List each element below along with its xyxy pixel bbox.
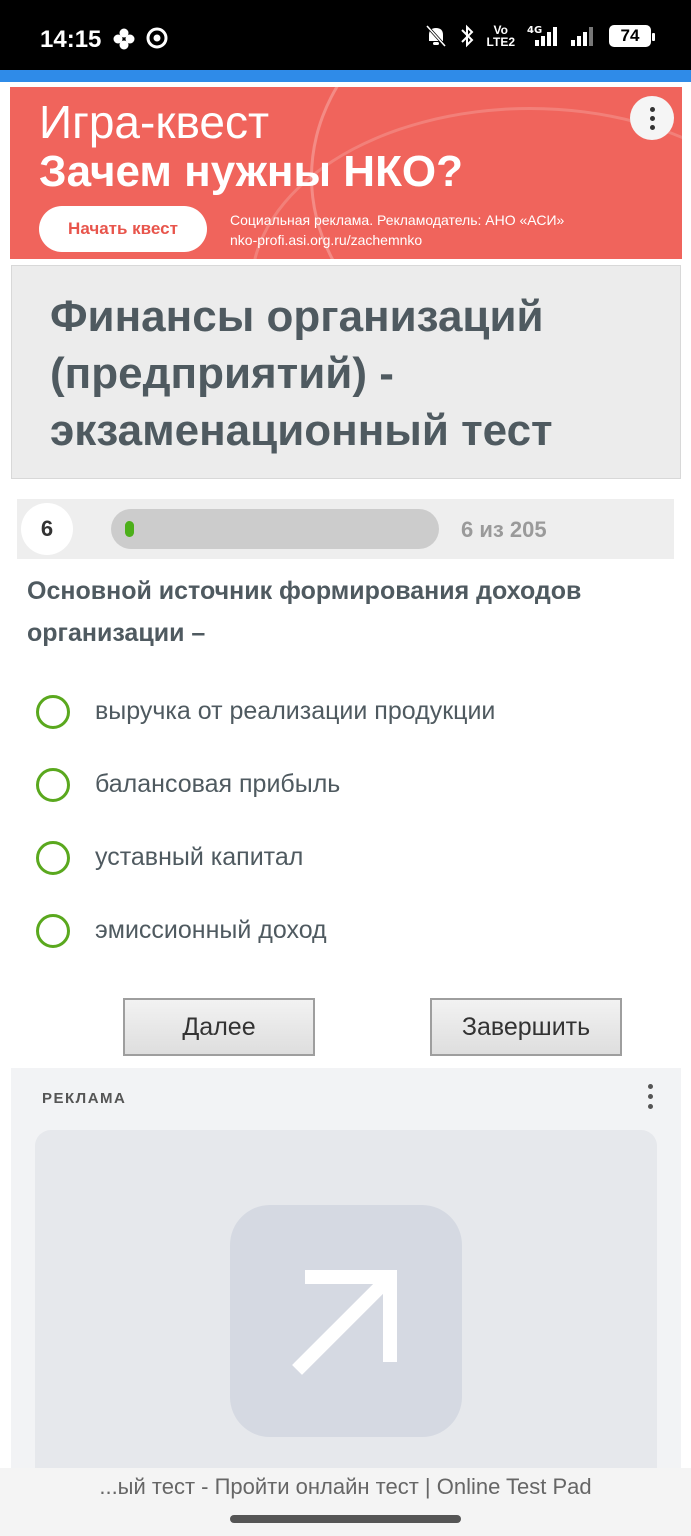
signal-icon: 4G [527,25,557,46]
progress-bar-fill [125,521,134,537]
home-indicator[interactable] [230,1515,461,1523]
finish-button[interactable]: Завершить [430,998,622,1056]
progress-counter: 6 из 205 [461,517,547,542]
status-bar: 14:15 Vo LTE2 4G 74 [0,0,691,70]
volte-label: Vo LTE2 [486,23,515,49]
answer-label[interactable]: уставный капитал [95,843,303,872]
next-button[interactable]: Далее [123,998,315,1056]
banner-disclaimer: Социальная реклама. Рекламодатель: АНО «… [230,210,564,250]
more-options-icon[interactable] [630,96,674,140]
ad-card[interactable] [35,1130,657,1468]
answer-option[interactable]: выручка от реализации продукции [36,690,495,763]
progress-row: 6 6 из 205 [17,499,674,559]
notification-icons [112,27,168,51]
chrome-icon [146,27,168,49]
radio-button[interactable] [36,840,70,875]
banner-title: Игра-квест [39,96,270,148]
clock: 14:15 [40,26,102,53]
signal-icon [571,27,593,46]
system-icons: Vo LTE2 4G 74 [425,23,655,49]
browser-progress-bar [0,70,691,82]
page-title: Финансы организаций (предприятий) - экза… [50,292,553,455]
ad-label: РЕКЛАМА [42,1090,127,1107]
answer-label[interactable]: эмиссионный доход [95,916,327,945]
banner-subtitle: Зачем нужны НКО? [39,147,464,196]
question-text: Основной источник формирования доходов о… [27,577,582,647]
banner-url[interactable]: nko-profi.asi.org.ru/zachemnko [230,230,564,250]
answer-option[interactable]: уставный капитал [36,836,495,909]
banner-disclaimer-text: Социальная реклама. Рекламодатель: АНО «… [230,212,565,228]
external-link-icon[interactable] [230,1205,462,1437]
ad-banner[interactable]: Игра-квест Зачем нужны НКО? Начать квест… [10,87,682,259]
mute-icon [425,24,446,48]
answer-option[interactable]: эмиссионный доход [36,909,495,982]
battery-indicator: 74 [609,25,655,47]
answer-label[interactable]: выручка от реализации продукции [95,697,495,726]
question-number-badge: 6 [21,503,73,555]
app-icon [113,28,135,50]
ad-block: РЕКЛАМА [11,1068,681,1468]
answer-label[interactable]: балансовая прибыль [95,770,340,799]
browser-bottom-bar: ...ый тест - Пройти онлайн тест | Online… [0,1468,691,1536]
answer-option[interactable]: балансовая прибыль [36,763,495,836]
more-options-icon[interactable] [648,1084,653,1109]
radio-button[interactable] [36,767,70,802]
progress-bar [111,509,439,549]
radio-button[interactable] [36,694,70,729]
bluetooth-icon [460,24,473,48]
test-header: Финансы организаций (предприятий) - экза… [11,265,681,479]
start-quest-button[interactable]: Начать квест [39,206,207,252]
radio-button[interactable] [36,913,70,948]
svg-text:4G: 4G [527,25,542,36]
page-tab-title[interactable]: ...ый тест - Пройти онлайн тест | Online… [0,1474,691,1500]
answer-list: выручка от реализации продукции балансов… [36,690,495,982]
